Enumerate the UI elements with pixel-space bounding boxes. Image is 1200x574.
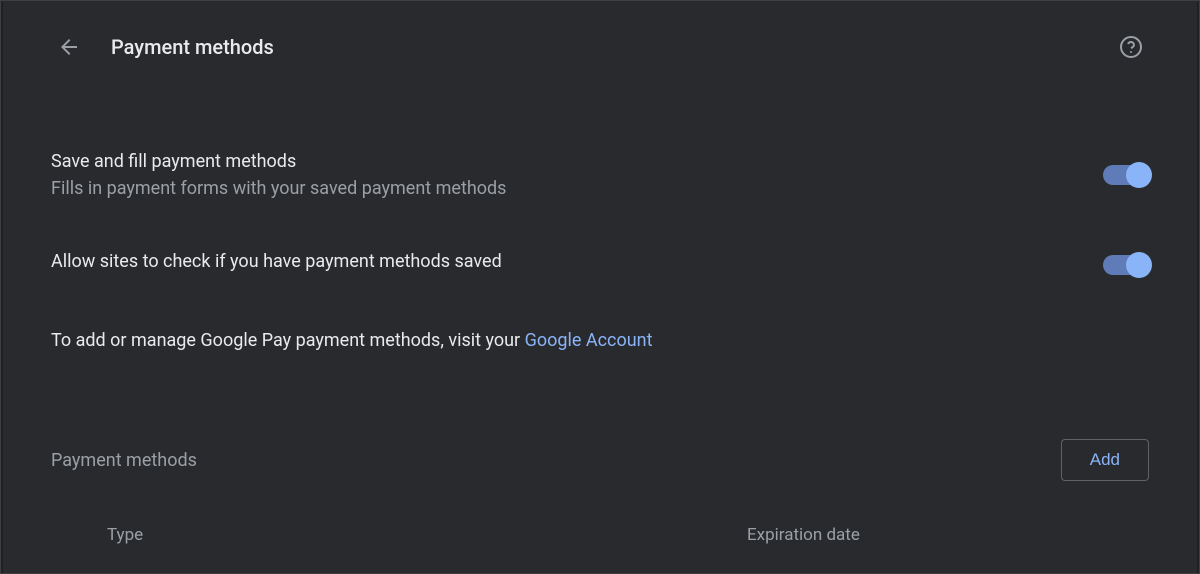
back-button[interactable] xyxy=(51,29,87,65)
payment-methods-table-header: Type Expiration date xyxy=(51,513,1149,545)
setting-text-block: Save and fill payment methods Fills in p… xyxy=(51,151,1103,199)
save-and-fill-setting: Save and fill payment methods Fills in p… xyxy=(51,135,1149,215)
settings-panel: Payment methods Save and fill payment me… xyxy=(3,1,1197,573)
column-type-header: Type xyxy=(107,525,747,545)
arrow-left-icon xyxy=(57,35,81,59)
allow-sites-check-setting: Allow sites to check if you have payment… xyxy=(51,235,1149,294)
toggle-knob xyxy=(1126,252,1152,278)
google-account-link[interactable]: Google Account xyxy=(525,330,653,351)
info-text-prefix: To add or manage Google Pay payment meth… xyxy=(51,330,525,351)
payment-methods-section-header: Payment methods Add xyxy=(51,439,1149,481)
save-and-fill-title: Save and fill payment methods xyxy=(51,151,1103,172)
page-header: Payment methods xyxy=(51,29,1149,65)
page-title: Payment methods xyxy=(111,35,274,59)
google-pay-info: To add or manage Google Pay payment meth… xyxy=(51,314,1149,391)
toggle-knob xyxy=(1126,162,1152,188)
save-and-fill-description: Fills in payment forms with your saved p… xyxy=(51,178,1103,199)
header-left: Payment methods xyxy=(51,29,274,65)
help-button[interactable] xyxy=(1113,29,1149,65)
allow-sites-check-title: Allow sites to check if you have payment… xyxy=(51,251,1103,272)
payment-methods-section-title: Payment methods xyxy=(51,450,197,471)
help-icon xyxy=(1119,35,1143,59)
column-expiry-header: Expiration date xyxy=(747,525,860,545)
add-payment-method-button[interactable]: Add xyxy=(1061,439,1149,481)
allow-sites-check-toggle[interactable] xyxy=(1103,255,1149,275)
save-and-fill-toggle[interactable] xyxy=(1103,165,1149,185)
setting-text-block: Allow sites to check if you have payment… xyxy=(51,251,1103,278)
